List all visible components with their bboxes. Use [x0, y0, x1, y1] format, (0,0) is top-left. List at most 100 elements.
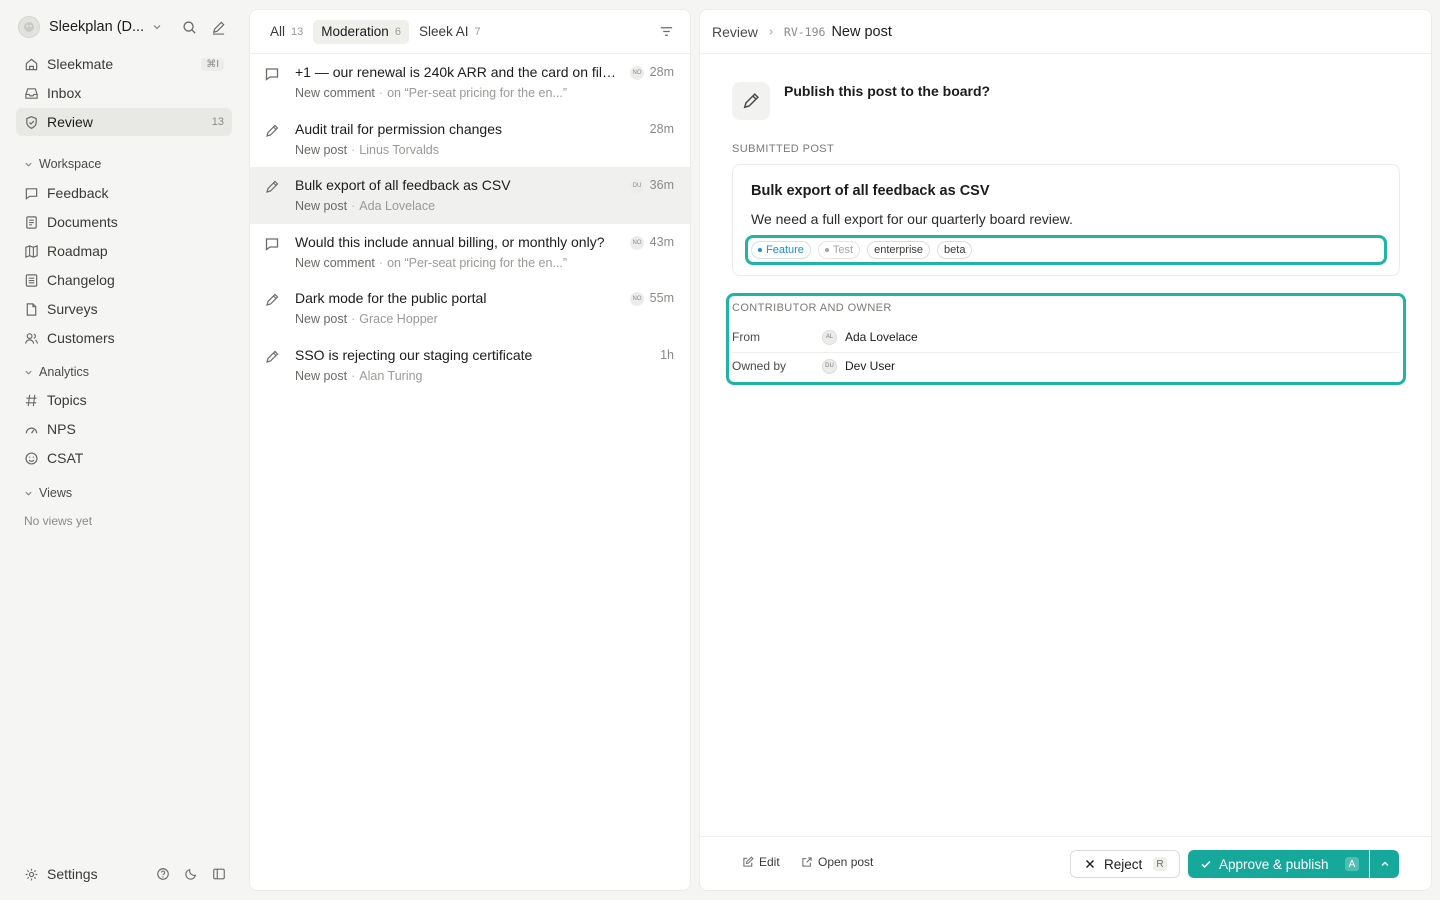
sidebar-item-roadmap[interactable]: Roadmap — [16, 237, 232, 265]
views-empty-note: No views yet — [24, 514, 93, 528]
section-analytics-toggle[interactable]: Analytics — [24, 363, 89, 381]
home-icon — [25, 58, 38, 70]
list-item[interactable]: +1 — our renewal is 240k ARR and the car… — [250, 54, 690, 111]
list-item[interactable]: Dark mode for the public portal NO 55m New … — [250, 280, 690, 337]
sidebar-item-documents[interactable]: Documents — [16, 208, 232, 236]
sidebar-item-label: Roadmap — [47, 243, 108, 259]
comment-icon — [264, 236, 280, 252]
item-title: SSO is rejecting our staging certificate — [295, 346, 533, 363]
tag-label: Test — [832, 244, 854, 256]
sidebar-item-label: NPS — [47, 421, 76, 437]
check-icon — [1201, 860, 1211, 868]
sidebar-item-surveys[interactable]: Surveys — [16, 295, 232, 323]
list-item[interactable]: Would this include annual billing, or mo… — [250, 224, 690, 281]
shortcut-badge: A — [1345, 857, 1359, 871]
tag-label: enterprise — [874, 244, 924, 256]
item-kind: New post — [295, 142, 348, 157]
sidebar-item-topics[interactable]: Topics — [16, 386, 232, 414]
workspace-avatar — [18, 16, 40, 38]
tab-all[interactable]: All 13 — [262, 20, 311, 44]
item-title: Audit trail for permission changes — [295, 120, 502, 137]
edit-label: Edit — [759, 855, 780, 869]
tab-label: All — [270, 24, 286, 39]
tag-feature[interactable]: Feature — [751, 241, 811, 259]
workspace-name: Sleekplan (D... — [49, 19, 145, 35]
item-meta: Alan Turing — [359, 368, 423, 383]
list-item[interactable]: Bulk export of all feedback as CSV DU 36m N… — [250, 167, 690, 224]
separator-dot: · — [351, 312, 356, 327]
from-row[interactable]: From AL Ada Lovelace — [732, 323, 1400, 351]
item-subtitle: New post · Alan Turing — [295, 369, 423, 383]
pencil-icon — [264, 179, 280, 195]
item-meta: Grace Hopper — [359, 312, 438, 327]
item-time: 55m — [649, 291, 674, 306]
sidebar-item-nps[interactable]: NPS — [16, 415, 232, 443]
sidebar-item-label: CSAT — [47, 450, 84, 466]
section-workspace-toggle[interactable]: Workspace — [24, 155, 101, 173]
shortcut-badge: ⌘I — [201, 57, 224, 71]
post-title: Bulk export of all feedback as CSV — [751, 183, 990, 199]
sidebar-toggle-icon[interactable] — [212, 867, 226, 881]
tab-count: 7 — [474, 25, 481, 38]
review-tabs: All 13 Moderation 6 Sleek AI 7 — [250, 10, 690, 54]
avatar: DU — [822, 358, 837, 374]
owned-by-row[interactable]: Owned by DU Dev User — [732, 352, 1400, 380]
tag-beta[interactable]: beta — [937, 241, 973, 259]
shield-icon — [26, 115, 37, 129]
separator-dot: · — [378, 86, 384, 100]
settings-button[interactable]: Settings — [16, 866, 98, 882]
edit-button[interactable]: Edit — [742, 855, 780, 869]
compose-icon[interactable] — [211, 20, 226, 35]
pencil-icon — [264, 349, 280, 365]
pencil-icon — [732, 82, 770, 120]
contributor-owner-section: Contributor and owner From AL Ada Lovela… — [726, 293, 1406, 385]
approve-publish-button[interactable]: Approve & publish A — [1188, 850, 1369, 878]
breadcrumb-review-link[interactable]: Review — [712, 24, 758, 40]
item-kind: New post — [295, 368, 348, 383]
tag-enterprise[interactable]: enterprise — [867, 241, 931, 259]
sidebar-item-changelog[interactable]: Changelog — [16, 266, 232, 294]
sidebar-item-inbox[interactable]: Inbox — [16, 79, 232, 107]
review-detail-panel: Review RV-196 New post Publish this post… — [699, 9, 1432, 891]
tag-list: Feature Test enterprise beta — [745, 235, 1387, 265]
workspace-switcher[interactable]: Sleekplan (D... — [16, 14, 232, 40]
item-meta: on “Per-seat pricing for the en...” — [387, 86, 568, 100]
chevron-down-icon — [25, 370, 32, 375]
document-icon — [26, 215, 37, 229]
filter-icon[interactable] — [659, 24, 674, 39]
hash-icon — [25, 394, 37, 406]
sidebar-item-customers[interactable]: Customers — [16, 324, 232, 352]
sidebar-item-feedback[interactable]: Feedback — [16, 179, 232, 207]
open-post-button[interactable]: Open post — [801, 855, 873, 869]
sidebar-item-sleekmate[interactable]: Sleekmate ⌘I — [16, 50, 232, 78]
sidebar-item-csat[interactable]: CSAT — [16, 444, 232, 472]
chevron-right-icon — [767, 28, 775, 36]
moon-icon[interactable] — [184, 867, 198, 881]
tag-test[interactable]: Test — [817, 241, 861, 259]
sidebar-item-label: Surveys — [47, 301, 98, 317]
sidebar-item-review[interactable]: Review 13 — [16, 108, 232, 136]
review-id: RV-196 — [783, 24, 826, 39]
sidebar-item-label: Documents — [47, 214, 118, 230]
help-icon[interactable] — [156, 867, 170, 881]
list-item[interactable]: Audit trail for permission changes 28m New… — [250, 111, 690, 168]
owned-by-label: Owned by — [732, 359, 787, 373]
avatar: AL — [822, 329, 837, 345]
tag-label: Feature — [766, 244, 804, 256]
tab-count: 6 — [394, 25, 401, 38]
chevron-down-icon — [25, 162, 32, 167]
breadcrumb-title: New post — [831, 23, 892, 40]
tab-sleek-ai[interactable]: Sleek AI 7 — [411, 20, 489, 44]
separator-dot: · — [351, 142, 356, 157]
item-title: +1 — our renewal is 240k ARR and the car… — [295, 64, 618, 80]
list-item[interactable]: SSO is rejecting our staging certificate… — [250, 337, 690, 394]
section-views-toggle[interactable]: Views — [24, 484, 72, 502]
separator-dot: · — [351, 199, 356, 214]
approve-options-button[interactable] — [1370, 850, 1399, 878]
item-kind: New post — [295, 312, 348, 327]
reject-button[interactable]: Reject R — [1070, 850, 1180, 878]
search-icon[interactable] — [182, 20, 197, 35]
tab-moderation[interactable]: Moderation 6 — [313, 19, 409, 44]
item-time: 28m — [649, 65, 674, 79]
item-subtitle: New post · Ada Lovelace — [295, 199, 435, 213]
